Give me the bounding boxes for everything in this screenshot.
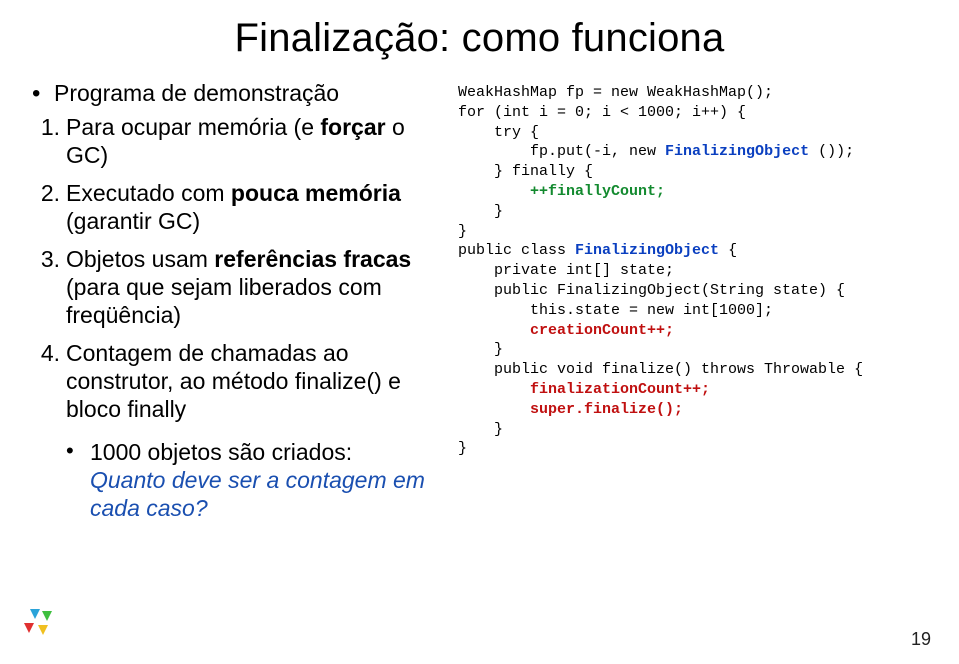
text: (garantir GC) bbox=[66, 208, 200, 234]
item-number: 4. bbox=[30, 339, 60, 367]
code-line bbox=[458, 322, 530, 339]
text: Executado com bbox=[66, 180, 231, 206]
code-line: for (int i = 0; i < 1000; i++) { bbox=[458, 104, 746, 121]
code-line: ()); bbox=[809, 143, 854, 160]
code-line: } bbox=[458, 223, 467, 240]
code-counter: ++finallyCount; bbox=[530, 183, 665, 200]
code-call: super.finalize(); bbox=[530, 401, 683, 418]
slide: Finalização: como funciona Programa de d… bbox=[0, 0, 959, 664]
left-column: Programa de demonstração 1. Para ocupar … bbox=[30, 79, 450, 528]
code-line: public FinalizingObject(String state) { bbox=[458, 282, 845, 299]
code-line: fp.put(-i, new bbox=[458, 143, 665, 160]
sub-bullet: 1000 objetos são criados: Quanto deve se… bbox=[30, 438, 450, 522]
text: Para ocupar memória (e bbox=[66, 114, 320, 140]
code-line: { bbox=[719, 242, 737, 259]
logo-icon bbox=[20, 605, 64, 650]
text: Contagem de chamadas ao construtor, ao m… bbox=[66, 340, 401, 422]
code-line: } bbox=[458, 421, 503, 438]
sub-line-2-question: Quanto deve ser a contagem em cada caso? bbox=[90, 466, 450, 522]
code-line: } bbox=[458, 440, 467, 457]
code-counter: finalizationCount++; bbox=[530, 381, 710, 398]
code-line: } bbox=[458, 203, 503, 220]
code-line: try { bbox=[458, 124, 539, 141]
code-class-name: FinalizingObject bbox=[575, 242, 719, 259]
code-line bbox=[458, 381, 530, 398]
item-number: 2. bbox=[30, 179, 60, 207]
code-class-name: FinalizingObject bbox=[665, 143, 809, 160]
text: (para que sejam liberados com freqüência… bbox=[66, 274, 382, 328]
code-line: private int[] state; bbox=[458, 262, 674, 279]
list-item: 1. Para ocupar memória (e forçar o GC) bbox=[66, 113, 450, 169]
bullet-heading: Programa de demonstração bbox=[30, 79, 450, 107]
code-line: this.state = new int[1000]; bbox=[458, 302, 773, 319]
code-line: WeakHashMap fp = new WeakHashMap(); bbox=[458, 84, 773, 101]
list-item: 4. Contagem de chamadas ao construtor, a… bbox=[66, 339, 450, 423]
list-item: 3. Objetos usam referências fracas (para… bbox=[66, 245, 450, 329]
item-number: 3. bbox=[30, 245, 60, 273]
slide-title: Finalização: como funciona bbox=[30, 16, 929, 61]
code-line bbox=[458, 183, 530, 200]
page-number: 19 bbox=[911, 629, 931, 650]
text: Objetos usam bbox=[66, 246, 214, 272]
text-bold: referências fracas bbox=[214, 246, 411, 272]
code-line: public class bbox=[458, 242, 575, 259]
code-line bbox=[458, 401, 530, 418]
list-item: 2. Executado com pouca memória (garantir… bbox=[66, 179, 450, 235]
code-block: WeakHashMap fp = new WeakHashMap(); for … bbox=[458, 79, 929, 528]
code-line: public void finalize() throws Throwable … bbox=[458, 361, 863, 378]
text-bold: forçar bbox=[320, 114, 385, 140]
sub-line-1: 1000 objetos são criados: bbox=[90, 438, 450, 466]
code-line: } finally { bbox=[458, 163, 593, 180]
code-line: } bbox=[458, 341, 503, 358]
code-counter: creationCount++; bbox=[530, 322, 674, 339]
item-number: 1. bbox=[30, 113, 60, 141]
numbered-list: 1. Para ocupar memória (e forçar o GC) 2… bbox=[30, 113, 450, 423]
text-bold: pouca memória bbox=[231, 180, 401, 206]
content-row: Programa de demonstração 1. Para ocupar … bbox=[30, 79, 929, 528]
